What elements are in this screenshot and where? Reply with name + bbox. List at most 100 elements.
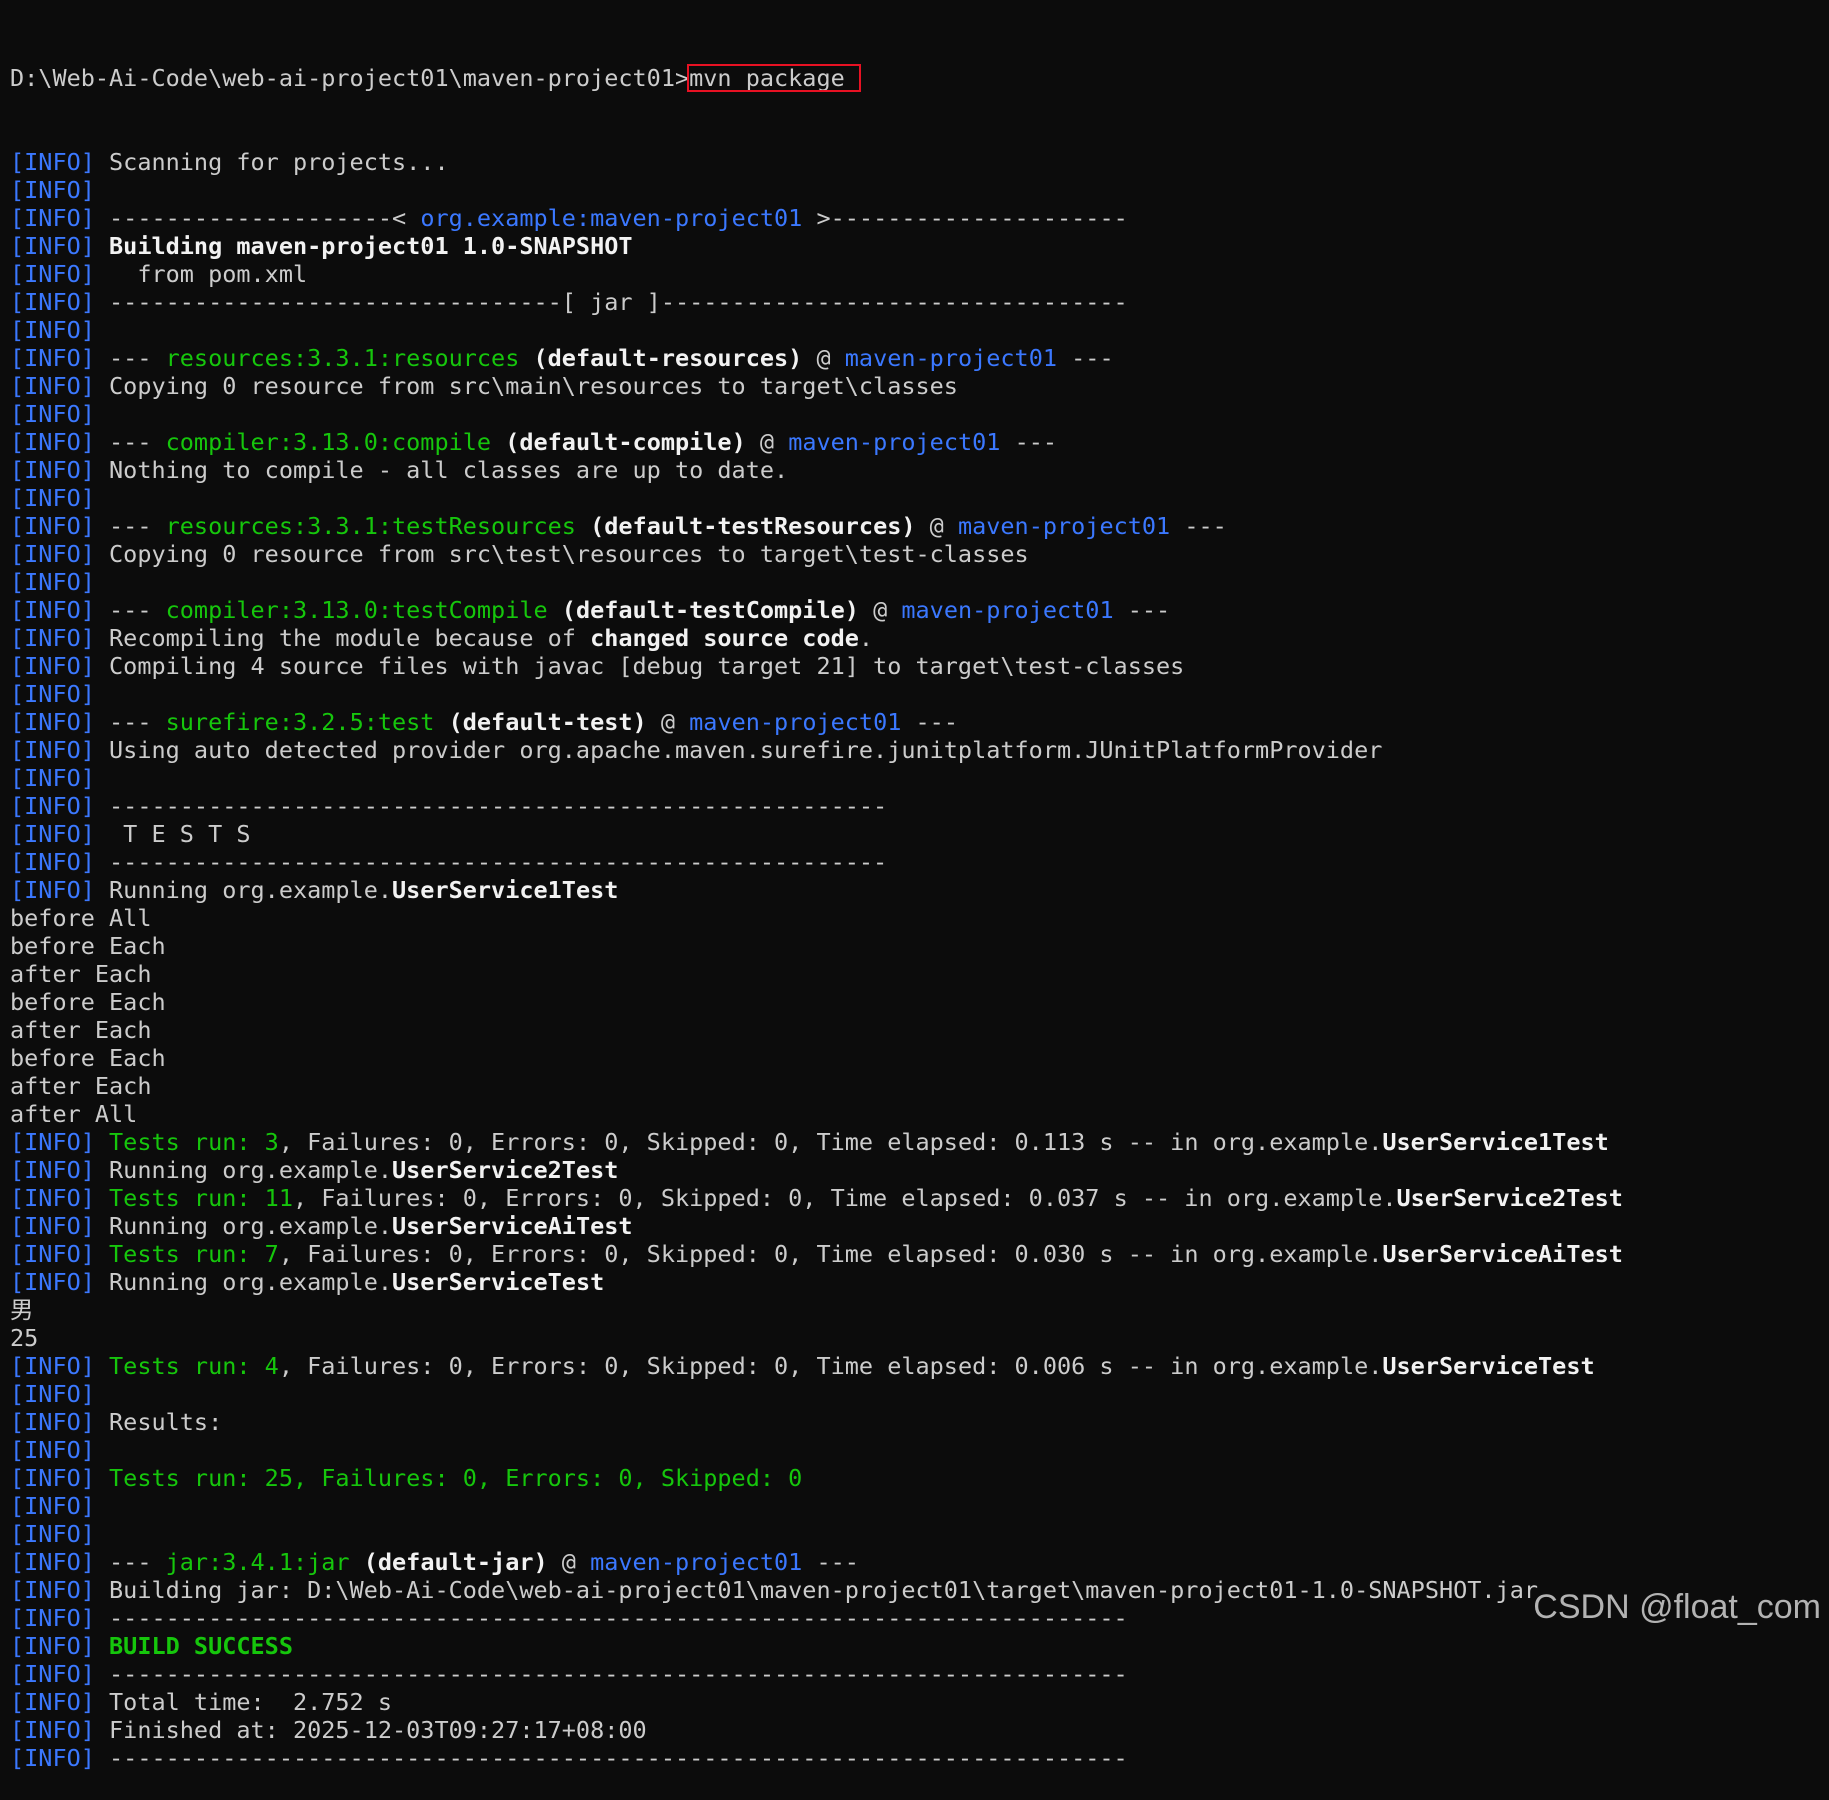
log-text: --- bbox=[94, 1548, 166, 1576]
info-tag: [INFO] bbox=[10, 176, 95, 204]
info-tag: [INFO] bbox=[10, 708, 95, 736]
log-line: [INFO] Running org.example.UserService2T… bbox=[10, 1156, 1821, 1184]
log-text: --- bbox=[94, 512, 166, 540]
log-text-bright: (default-testResources) bbox=[575, 512, 916, 540]
log-line: [INFO] Recompiling the module because of… bbox=[10, 624, 1821, 652]
log-line: [INFO] bbox=[10, 680, 1821, 708]
log-text: ----------------------------------------… bbox=[94, 792, 888, 820]
mvn-package-command: mvn package bbox=[687, 64, 861, 92]
log-line: [INFO] bbox=[10, 1380, 1821, 1408]
csdn-watermark: CSDN @float_com bbox=[1533, 1588, 1821, 1626]
log-text: @ bbox=[745, 428, 789, 456]
log-text: 男 bbox=[10, 1296, 34, 1324]
info-tag: [INFO] bbox=[10, 316, 95, 344]
info-tag: [INFO] bbox=[10, 652, 95, 680]
log-line: [INFO] bbox=[10, 400, 1821, 428]
log-text: , Failures: 0, Errors: 0, Skipped: 0, Ti… bbox=[278, 1128, 1383, 1156]
log-line: after Each bbox=[10, 1072, 1821, 1100]
log-line: [INFO] Copying 0 resource from src\test\… bbox=[10, 540, 1821, 568]
log-text: @ bbox=[646, 708, 690, 736]
log-text-green: surefire:3.2.5:test bbox=[165, 708, 435, 736]
log-line: [INFO] Tests run: 4, Failures: 0, Errors… bbox=[10, 1352, 1821, 1380]
log-text: @ bbox=[547, 1548, 591, 1576]
log-line: [INFO] Total time: 2.752 s bbox=[10, 1688, 1821, 1716]
log-text-blue: maven-project01 bbox=[590, 1548, 803, 1576]
log-text: after Each bbox=[10, 1016, 152, 1044]
build-status: BUILD SUCCESS bbox=[94, 1632, 293, 1660]
log-text: --- bbox=[1057, 344, 1114, 372]
info-tag: [INFO] bbox=[10, 344, 95, 372]
log-line: [INFO] bbox=[10, 764, 1821, 792]
log-line: [INFO] BUILD SUCCESS bbox=[10, 1632, 1821, 1660]
log-text: --- bbox=[94, 344, 166, 372]
log-text-green: resources:3.3.1:testResources bbox=[165, 512, 576, 540]
log-text: ----------------------------------------… bbox=[94, 848, 888, 876]
prompt-path: D:\Web-Ai-Code\web-ai-project01\maven-pr… bbox=[10, 64, 690, 92]
info-tag: [INFO] bbox=[10, 288, 95, 316]
log-text-blue: maven-project01 bbox=[957, 512, 1171, 540]
log-line: before Each bbox=[10, 932, 1821, 960]
log-text: ----------------------------------------… bbox=[94, 1660, 1128, 1688]
info-tag: [INFO] bbox=[10, 792, 95, 820]
log-text: --- bbox=[802, 1548, 859, 1576]
log-text-bright: (default-jar) bbox=[349, 1548, 548, 1576]
log-text-blue: maven-project01 bbox=[689, 708, 902, 736]
log-text: --- bbox=[1170, 512, 1227, 540]
info-tag: [INFO] bbox=[10, 820, 95, 848]
log-line: before Each bbox=[10, 1044, 1821, 1072]
log-text: Running org.example. bbox=[94, 1212, 393, 1240]
log-text: >--------------------- bbox=[802, 204, 1128, 232]
log-text: Recompiling the module because of bbox=[94, 624, 591, 652]
log-text: @ bbox=[915, 512, 958, 540]
info-tag: [INFO] bbox=[10, 484, 95, 512]
log-text: after Each bbox=[10, 960, 152, 988]
log-text: --- bbox=[94, 596, 166, 624]
log-line: [INFO] bbox=[10, 484, 1821, 512]
log-text-blue: maven-project01 bbox=[788, 428, 1001, 456]
log-text: --- bbox=[1000, 428, 1058, 456]
log-text: after Each bbox=[10, 1072, 152, 1100]
log-text-bright: changed source code bbox=[590, 624, 859, 652]
terminal-output[interactable]: D:\Web-Ai-Code\web-ai-project01\maven-pr… bbox=[10, 8, 1821, 1800]
info-tag: [INFO] bbox=[10, 400, 95, 428]
log-text: Total time: 2.752 s bbox=[94, 1688, 393, 1716]
info-tag: [INFO] bbox=[10, 568, 95, 596]
log-line: [INFO] bbox=[10, 1492, 1821, 1520]
info-tag: [INFO] bbox=[10, 1380, 95, 1408]
log-text: --------------------< bbox=[94, 204, 421, 232]
log-text: , Failures: 0, Errors: 0, Skipped: 0, Ti… bbox=[292, 1184, 1397, 1212]
info-tag: [INFO] bbox=[10, 1268, 95, 1296]
log-text: 25 bbox=[10, 1324, 39, 1352]
info-tag: [INFO] bbox=[10, 1464, 95, 1492]
log-text-green: resources:3.3.1:resources bbox=[165, 344, 520, 372]
log-text-bright: UserServiceTest bbox=[1382, 1352, 1595, 1380]
log-line: [INFO] --------------------< org.example… bbox=[10, 204, 1821, 232]
log-line: [INFO] bbox=[10, 568, 1821, 596]
log-line: [INFO] Nothing to compile - all classes … bbox=[10, 456, 1821, 484]
log-line: [INFO] Running org.example.UserServiceAi… bbox=[10, 1212, 1821, 1240]
log-text-bright: UserServiceAiTest bbox=[392, 1212, 633, 1240]
command-prompt-line: D:\Web-Ai-Code\web-ai-project01\maven-pr… bbox=[10, 64, 1821, 92]
log-text: before Each bbox=[10, 1044, 166, 1072]
log-line: [INFO] --- compiler:3.13.0:compile (defa… bbox=[10, 428, 1821, 456]
log-line: [INFO] T E S T S bbox=[10, 820, 1821, 848]
info-tag: [INFO] bbox=[10, 1212, 95, 1240]
log-text: Results: bbox=[94, 1408, 223, 1436]
info-tag: [INFO] bbox=[10, 1184, 95, 1212]
info-tag: [INFO] bbox=[10, 680, 95, 708]
log-line: after Each bbox=[10, 1016, 1821, 1044]
info-tag: [INFO] bbox=[10, 1128, 95, 1156]
info-tag: [INFO] bbox=[10, 1688, 95, 1716]
log-text: Running org.example. bbox=[94, 876, 393, 904]
log-text-green: Tests run: 11 bbox=[94, 1184, 293, 1212]
info-tag: [INFO] bbox=[10, 1408, 95, 1436]
info-tag: [INFO] bbox=[10, 1492, 95, 1520]
log-text-green: compiler:3.13.0:compile bbox=[165, 428, 492, 456]
log-line: [INFO] Building maven-project01 1.0-SNAP… bbox=[10, 232, 1821, 260]
log-text: --- bbox=[901, 708, 958, 736]
log-line: after Each bbox=[10, 960, 1821, 988]
log-text-bright: UserServiceTest bbox=[392, 1268, 605, 1296]
info-tag: [INFO] bbox=[10, 1744, 95, 1772]
log-text: --- bbox=[1113, 596, 1171, 624]
log-text-blue: maven-project01 bbox=[844, 344, 1058, 372]
